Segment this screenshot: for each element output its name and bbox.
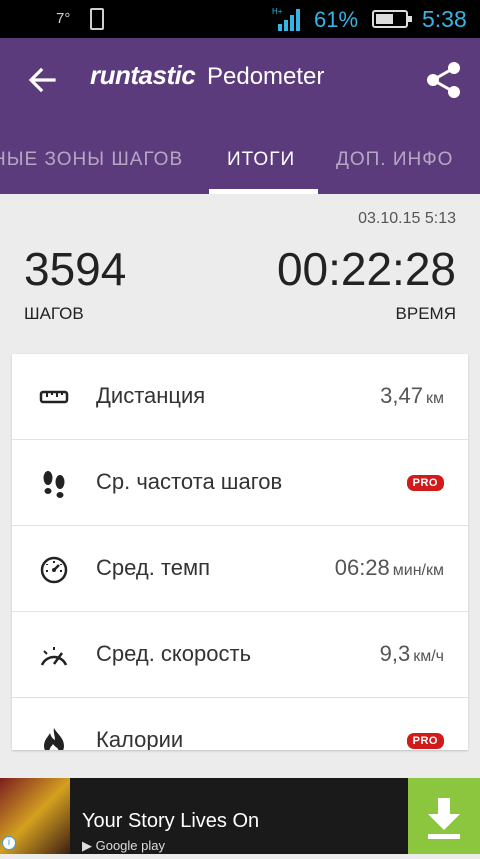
- signal-icon: H+: [272, 7, 300, 31]
- ad-banner[interactable]: i Your Story Lives On ▶ Google play: [0, 778, 480, 854]
- phone-icon: [90, 8, 104, 30]
- stat-row-speed[interactable]: Сред. скорость 9,3 км/ч: [12, 612, 468, 698]
- stat-row-pace[interactable]: Сред. темп 06:28 мин/км: [12, 526, 468, 612]
- arrow-left-icon[interactable]: [26, 64, 58, 96]
- product-name: Pedometer: [207, 63, 325, 90]
- pro-badge[interactable]: PRO: [406, 733, 444, 749]
- share-icon[interactable]: [424, 60, 464, 100]
- battery-percent: 61%: [314, 7, 359, 32]
- google-play-badge: ▶ Google play: [82, 838, 165, 853]
- stat-label: Сред. темп: [96, 555, 211, 580]
- status-bar: 7° H+ 61% 5:38: [0, 0, 480, 38]
- summary-section: 03.10.15 5:13 3594 ШАГОВ 00:22:28 ВРЕМЯ: [0, 194, 480, 354]
- stopwatch-icon: [40, 556, 68, 584]
- stat-row-calories[interactable]: Калории PRO: [12, 698, 468, 750]
- pro-badge[interactable]: PRO: [406, 475, 444, 491]
- speedometer-icon: [40, 647, 68, 666]
- svg-text:H+: H+: [272, 7, 283, 16]
- stats-card: Дистанция 3,47 км Ср. частота шагов PRO С…: [12, 354, 468, 750]
- stat-label: Калории: [96, 727, 184, 750]
- brand-logo: runtastic: [90, 60, 196, 90]
- stat-value: 3,47 км: [380, 383, 444, 408]
- stat-value: 9,3 км/ч: [379, 641, 444, 666]
- tab-extra-info[interactable]: ДОП. ИНФО: [336, 149, 453, 171]
- info-icon[interactable]: i: [2, 836, 16, 850]
- stat-value: 06:28 мин/км: [334, 555, 444, 580]
- clock: 5:38: [422, 6, 467, 32]
- stat-label: Дистанция: [96, 383, 206, 408]
- steps-label: ШАГОВ: [24, 304, 84, 323]
- tab-bar: НЫЕ ЗОНЫ ШАГОВ ИТОГИ ДОП. ИНФО: [0, 123, 480, 194]
- stat-label: Сред. скорость: [96, 641, 252, 666]
- ruler-icon: [39, 390, 69, 404]
- stat-label: Ср. частота шагов: [96, 469, 283, 494]
- flame-icon: [44, 728, 64, 750]
- download-icon: [428, 798, 460, 839]
- app-bar: runtastic Pedometer: [0, 38, 480, 123]
- footprints-icon: [43, 471, 65, 498]
- tab-summary[interactable]: ИТОГИ: [227, 149, 295, 171]
- duration-value: 00:22:28: [276, 243, 456, 295]
- steps-value: 3594: [24, 243, 127, 295]
- stat-row-cadence[interactable]: Ср. частота шагов PRO: [12, 440, 468, 526]
- session-date: 03.10.15 5:13: [358, 210, 456, 227]
- tab-step-zones[interactable]: НЫЕ ЗОНЫ ШАГОВ: [0, 149, 183, 171]
- ad-download-button[interactable]: [408, 778, 480, 854]
- temperature: 7°: [56, 10, 71, 27]
- stat-row-distance[interactable]: Дистанция 3,47 км: [12, 354, 468, 440]
- duration-label: ВРЕМЯ: [395, 304, 456, 323]
- ad-title[interactable]: Your Story Lives On: [82, 810, 259, 833]
- battery-icon: [372, 10, 412, 28]
